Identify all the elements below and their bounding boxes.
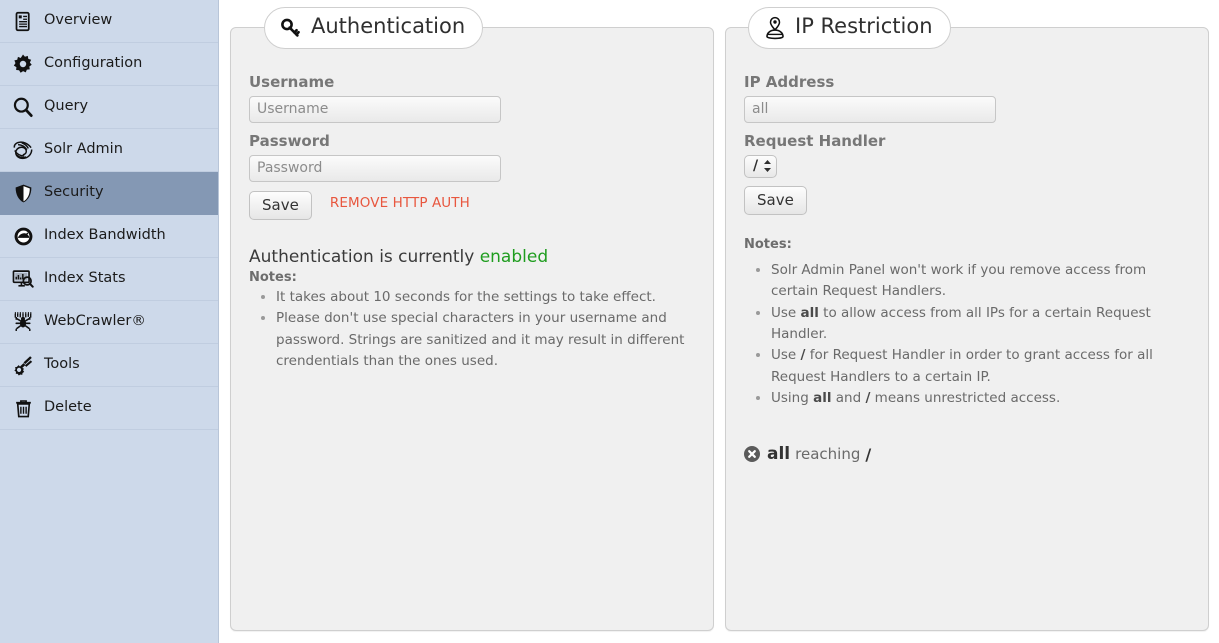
- monitor-search-icon: [10, 266, 36, 292]
- trash-icon: [10, 395, 36, 421]
- authentication-status: Authentication is currently enabled: [249, 247, 695, 267]
- gauge-icon: [10, 223, 36, 249]
- sidebar-item-configuration[interactable]: Configuration: [0, 43, 218, 86]
- sidebar-item-label: Configuration: [44, 56, 142, 72]
- ip-rule-connector: reaching: [795, 445, 860, 463]
- authentication-status-prefix: Authentication is currently: [249, 247, 480, 267]
- ip-restriction-panel-body: IP Address Request Handler / Sa: [726, 28, 1208, 464]
- ip-rules-list: all reaching /: [744, 444, 1190, 464]
- ip-rule-row: all reaching /: [744, 444, 1190, 464]
- sidebar-item-webcrawler[interactable]: WebCrawler®: [0, 301, 218, 344]
- password-input[interactable]: [249, 155, 501, 182]
- username-input[interactable]: [249, 96, 501, 123]
- authentication-tab-label: Authentication: [311, 16, 465, 40]
- sidebar-item-delete[interactable]: Delete: [0, 387, 218, 430]
- sidebar-item-label: WebCrawler®: [44, 314, 146, 330]
- key-icon: [278, 15, 304, 41]
- sidebar-item-index-stats[interactable]: Index Stats: [0, 258, 218, 301]
- search-icon: [10, 94, 36, 120]
- wrench-gear-icon: [10, 352, 36, 378]
- sidebar-item-label: Overview: [44, 13, 112, 29]
- sidebar-item-label: Query: [44, 99, 88, 115]
- sidebar-item-security[interactable]: Security: [0, 172, 218, 215]
- document-icon: [10, 8, 36, 34]
- spider-icon: [10, 309, 36, 335]
- sidebar-item-label: Delete: [44, 400, 92, 416]
- note-item: Please don't use special characters in y…: [276, 308, 695, 372]
- authentication-panel-body: Username Password Save REMOVE HTTP AUTH …: [231, 28, 713, 372]
- ip-notes-list: Solr Admin Panel won't work if you remov…: [744, 260, 1190, 409]
- request-handler-value: /: [753, 159, 763, 173]
- request-handler-select-wrap: /: [744, 155, 1190, 178]
- auth-save-button[interactable]: Save: [249, 191, 312, 221]
- ip-notes-title: Notes:: [744, 237, 1190, 252]
- ip-address-label: IP Address: [744, 73, 1190, 92]
- sidebar-item-label: Solr Admin: [44, 142, 123, 158]
- note-item: Solr Admin Panel won't work if you remov…: [771, 260, 1190, 303]
- authentication-actions: Save REMOVE HTTP AUTH: [249, 191, 695, 221]
- username-label: Username: [249, 73, 695, 92]
- authentication-panel: Authentication Username Password Save RE…: [230, 27, 714, 631]
- sidebar-item-query[interactable]: Query: [0, 86, 218, 129]
- note-item: It takes about 10 seconds for the settin…: [276, 287, 695, 308]
- sidebar-nav: Overview Configuration Query Solr Admin Secu…: [0, 0, 219, 643]
- auth-notes-list: It takes about 10 seconds for the settin…: [249, 287, 695, 372]
- close-circle-icon[interactable]: [744, 446, 760, 462]
- sidebar-item-label: Index Bandwidth: [44, 228, 166, 244]
- shield-icon: [10, 180, 36, 206]
- main-content: Authentication Username Password Save RE…: [219, 0, 1219, 643]
- note-item: Use all to allow access from all IPs for…: [771, 303, 1190, 346]
- sidebar-item-solr-admin[interactable]: Solr Admin: [0, 129, 218, 172]
- solr-logo-icon: [10, 137, 36, 163]
- ip-restriction-tab[interactable]: IP Restriction: [748, 7, 951, 49]
- sidebar-item-label: Tools: [44, 357, 80, 373]
- password-label: Password: [249, 132, 695, 151]
- sidebar-item-index-bandwidth[interactable]: Index Bandwidth: [0, 215, 218, 258]
- request-handler-label: Request Handler: [744, 132, 1190, 151]
- gear-icon: [10, 51, 36, 77]
- remove-http-auth-link[interactable]: REMOVE HTTP AUTH: [330, 195, 470, 211]
- ip-restriction-panel: IP Restriction IP Address Request Handle…: [725, 27, 1209, 631]
- sidebar-item-label: Security: [44, 185, 104, 201]
- location-person-icon: [762, 15, 788, 41]
- sidebar-item-overview[interactable]: Overview: [0, 0, 218, 43]
- auth-notes-title: Notes:: [249, 270, 695, 285]
- authentication-tab[interactable]: Authentication: [264, 7, 483, 49]
- ip-rule-handler: /: [865, 445, 871, 464]
- note-item: Using all and / means unrestricted acces…: [771, 388, 1190, 409]
- authentication-status-value: enabled: [480, 247, 548, 267]
- ip-save-button[interactable]: Save: [744, 186, 807, 216]
- security-page: Overview Configuration Query Solr Admin Secu…: [0, 0, 1219, 643]
- request-handler-select[interactable]: /: [744, 155, 777, 178]
- sidebar-item-tools[interactable]: Tools: [0, 344, 218, 387]
- stepper-arrows-icon: [763, 159, 772, 173]
- ip-rule-address: all: [767, 444, 790, 464]
- sidebar-item-label: Index Stats: [44, 271, 126, 287]
- ip-address-input[interactable]: [744, 96, 996, 123]
- note-item: Use / for Request Handler in order to gr…: [771, 345, 1190, 388]
- ip-restriction-tab-label: IP Restriction: [795, 16, 933, 40]
